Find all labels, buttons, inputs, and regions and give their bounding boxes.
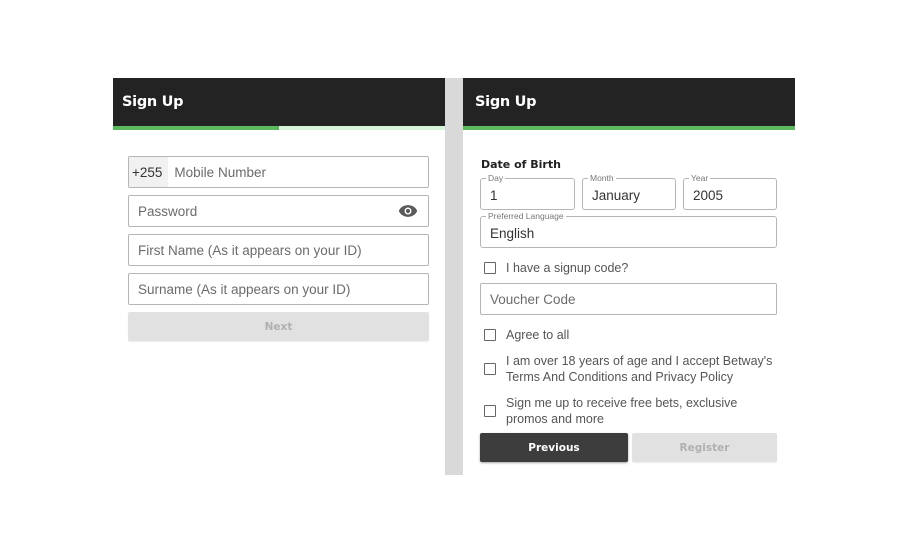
- day-select[interactable]: Day 1: [480, 172, 575, 210]
- signup-code-checkbox-row[interactable]: I have a signup code?: [484, 260, 628, 276]
- progress-fill: [463, 126, 795, 130]
- eye-icon[interactable]: [398, 204, 418, 218]
- page-title: Sign Up: [122, 94, 184, 110]
- first-name-field[interactable]: First Name (As it appears on your ID): [128, 234, 429, 266]
- preferred-language-select[interactable]: Preferred Language English: [480, 210, 777, 248]
- terms-checkbox[interactable]: [484, 363, 496, 375]
- header: Sign Up: [113, 78, 445, 126]
- previous-button[interactable]: Previous: [480, 433, 628, 462]
- country-code-prefix[interactable]: +255: [129, 157, 169, 187]
- agree-all-label: Agree to all: [506, 328, 570, 342]
- mobile-number-placeholder: Mobile Number: [174, 164, 266, 180]
- preferred-language-label: Preferred Language: [486, 210, 566, 222]
- promos-label: Sign me up to receive free bets, exclusi…: [506, 396, 738, 426]
- agree-all-checkbox[interactable]: [484, 329, 496, 341]
- year-select[interactable]: Year 2005: [683, 172, 777, 210]
- date-of-birth-label: Date of Birth: [481, 158, 561, 171]
- day-label: Day: [486, 172, 506, 184]
- progress-bar: [113, 126, 445, 130]
- password-placeholder: Password: [138, 203, 198, 219]
- terms-label: I am over 18 years of age and I accept B…: [506, 354, 773, 384]
- voucher-code-placeholder: Voucher Code: [490, 291, 576, 307]
- signup-step-1-panel: Sign Up +255 Mobile Number Password Firs…: [113, 78, 445, 348]
- surname-placeholder: Surname (As it appears on your ID): [138, 281, 351, 297]
- month-value: January: [592, 188, 641, 203]
- first-name-placeholder: First Name (As it appears on your ID): [138, 242, 362, 258]
- next-button[interactable]: Next: [128, 312, 429, 341]
- progress-bar: [463, 126, 795, 130]
- year-value: 2005: [693, 188, 724, 203]
- progress-fill: [113, 126, 279, 130]
- agree-all-checkbox-row[interactable]: Agree to all: [484, 327, 569, 343]
- promos-checkbox-row[interactable]: Sign me up to receive free bets, exclusi…: [484, 395, 764, 427]
- signup-step-2-panel: Sign Up Date of Birth Day 1 Month Januar…: [463, 78, 795, 475]
- promos-checkbox[interactable]: [484, 405, 496, 417]
- month-label: Month: [588, 172, 616, 184]
- terms-checkbox-row[interactable]: I am over 18 years of age and I accept B…: [484, 353, 784, 385]
- panel-divider: [445, 78, 463, 475]
- year-label: Year: [689, 172, 711, 184]
- signup-code-checkbox[interactable]: [484, 262, 496, 274]
- password-field[interactable]: Password: [128, 195, 429, 227]
- signup-code-label: I have a signup code?: [506, 261, 629, 275]
- register-button[interactable]: Register: [632, 433, 777, 462]
- header: Sign Up: [463, 78, 795, 126]
- page-title: Sign Up: [475, 94, 537, 110]
- voucher-code-field[interactable]: Voucher Code: [480, 283, 777, 315]
- preferred-language-value: English: [490, 226, 535, 241]
- surname-field[interactable]: Surname (As it appears on your ID): [128, 273, 429, 305]
- mobile-number-field[interactable]: +255 Mobile Number: [128, 156, 429, 188]
- month-select[interactable]: Month January: [582, 172, 676, 210]
- day-value: 1: [490, 188, 498, 203]
